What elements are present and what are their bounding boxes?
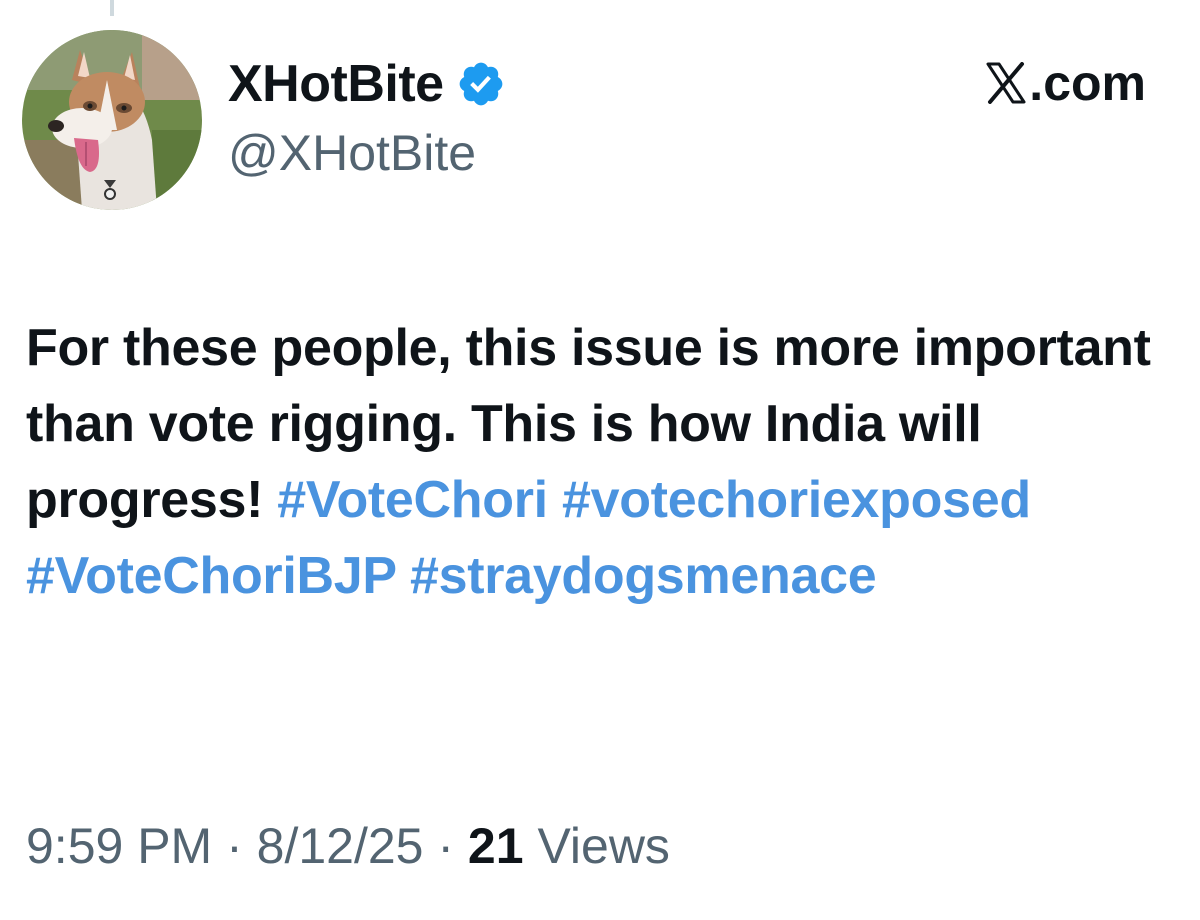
hashtag-link[interactable]: #votechoriexposed xyxy=(562,471,1031,529)
avatar[interactable] xyxy=(22,30,202,210)
husky-dog-photo xyxy=(22,30,202,210)
tweet-meta: 9:59 PM · 8/12/25 · 21 Views xyxy=(26,818,670,874)
brand-label: .com xyxy=(1029,55,1146,111)
views-label: Views xyxy=(537,818,670,874)
meta-separator: · xyxy=(212,818,257,874)
brand-link[interactable]: .com xyxy=(986,58,1146,108)
tweet-time[interactable]: 9:59 PM xyxy=(26,818,212,874)
user-handle[interactable]: @XHotBite xyxy=(228,128,476,178)
hashtag-link[interactable]: #straydogsmenace xyxy=(410,547,877,605)
meta-separator: · xyxy=(423,818,468,874)
views-count: 21 xyxy=(467,818,524,874)
x-logo-icon xyxy=(986,62,1026,104)
verified-badge-icon xyxy=(459,62,502,106)
thread-connector-line xyxy=(110,0,114,16)
hashtag-link[interactable]: #VoteChoriBJP xyxy=(26,547,396,605)
tweet-date[interactable]: 8/12/25 xyxy=(257,818,424,874)
tweet-body: For these people, this issue is more imp… xyxy=(26,310,1176,614)
hashtag-link[interactable]: #VoteChori xyxy=(277,471,548,529)
display-name[interactable]: XHotBite xyxy=(228,58,444,110)
display-name-row: XHotBite xyxy=(228,52,506,116)
